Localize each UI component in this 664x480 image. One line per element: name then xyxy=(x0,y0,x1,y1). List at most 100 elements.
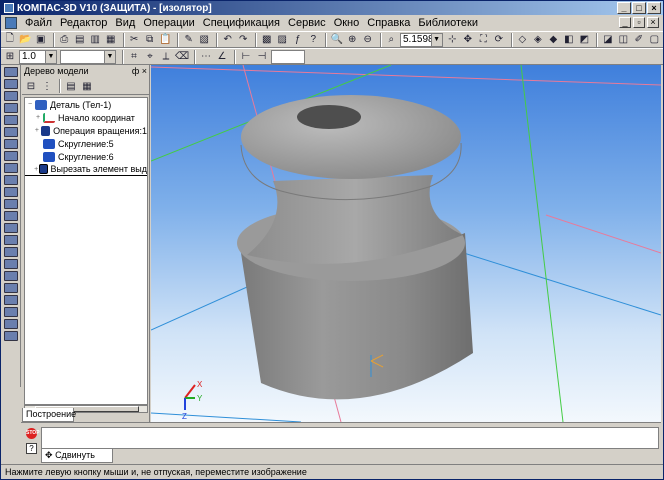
angle-icon[interactable]: ∠ xyxy=(215,50,229,64)
eraser-icon[interactable]: ⌫ xyxy=(175,50,189,64)
hidden-thin-icon[interactable]: ◆ xyxy=(547,33,561,47)
shaded-icon[interactable]: ◧ xyxy=(562,33,576,47)
toolbar-button[interactable] xyxy=(4,331,18,341)
zoom-window-icon[interactable]: 🔍 xyxy=(330,33,344,47)
doc-minimize-button[interactable]: _ xyxy=(619,17,631,28)
manager-icon[interactable]: ▩ xyxy=(260,33,274,47)
collapse-icon[interactable]: − xyxy=(25,101,35,108)
toolbar-button[interactable] xyxy=(4,91,18,101)
toolbar-button[interactable] xyxy=(4,307,18,317)
menu-help[interactable]: Справка xyxy=(363,15,414,31)
function-icon[interactable]: ƒ xyxy=(291,33,305,47)
toolbar-button[interactable] xyxy=(4,235,18,245)
toolbar-button[interactable] xyxy=(4,211,18,221)
expand-icon[interactable]: + xyxy=(33,114,43,121)
tree-item-part[interactable]: − Деталь (Тел-1) xyxy=(25,98,147,111)
tree-view-icon[interactable]: ⊟ xyxy=(24,79,38,93)
toolbar-button[interactable] xyxy=(4,259,18,269)
close-icon[interactable]: × xyxy=(142,66,147,76)
tree-item-cut[interactable]: + Вырезать элемент выд xyxy=(25,163,147,176)
minimize-button[interactable]: _ xyxy=(617,2,631,14)
menu-service[interactable]: Сервис xyxy=(284,15,330,31)
preview-icon[interactable]: ▤ xyxy=(73,33,87,47)
tree-list-icon[interactable]: ▤ xyxy=(64,79,78,93)
toolbar-button[interactable] xyxy=(4,271,18,281)
doc-close-button[interactable]: × xyxy=(647,17,659,28)
new-file-icon[interactable]: 🗋 xyxy=(3,33,17,47)
redo-icon[interactable]: ↷ xyxy=(237,33,251,47)
toolbar-button[interactable] xyxy=(4,199,18,209)
chevron-down-icon[interactable]: ▼ xyxy=(104,50,115,63)
zoom-scale-icon[interactable]: ⌕ xyxy=(385,33,399,47)
fragment-icon[interactable]: ▢ xyxy=(648,33,662,47)
perspective-icon[interactable]: ◪ xyxy=(601,33,615,47)
menu-file[interactable]: Файл xyxy=(21,15,56,31)
doc-restore-button[interactable]: ▫ xyxy=(633,17,645,28)
chevron-down-icon[interactable]: ▼ xyxy=(430,33,442,46)
layer-combo[interactable]: ▼ xyxy=(60,49,116,64)
menu-libraries[interactable]: Библиотеки xyxy=(414,15,482,31)
toolbar-button[interactable] xyxy=(4,139,18,149)
tree-item-fillet-5[interactable]: Скругление:5 xyxy=(25,137,147,150)
orientation-icon[interactable]: ⊹ xyxy=(446,33,460,47)
toolbar-button[interactable] xyxy=(4,115,18,125)
toolbar-button[interactable] xyxy=(4,103,18,113)
fit-icon[interactable]: ⛶ xyxy=(477,33,491,47)
ortho-icon[interactable]: ⟂ xyxy=(159,50,173,64)
shaded-edges-icon[interactable]: ◩ xyxy=(578,33,592,47)
edit-icon[interactable]: ✐ xyxy=(632,33,646,47)
grid-icon[interactable]: ⊞ xyxy=(3,50,17,64)
line-scale-combo[interactable]: 1.0 ▼ xyxy=(19,49,57,64)
step-icon[interactable]: ⋯ xyxy=(199,50,213,64)
cursor-coord-field[interactable] xyxy=(271,49,305,64)
tree-item-rotation[interactable]: + Операция вращения:1 xyxy=(25,124,147,137)
tree-filter-icon[interactable]: ⋮ xyxy=(40,79,54,93)
pin-icon[interactable]: ф xyxy=(132,66,139,76)
toolbar-button[interactable] xyxy=(4,67,18,77)
toolbar-button[interactable] xyxy=(4,223,18,233)
menu-window[interactable]: Окно xyxy=(330,15,364,31)
toolbar-button[interactable] xyxy=(4,175,18,185)
zoom-out-icon[interactable]: ⊖ xyxy=(361,33,375,47)
format-icon[interactable]: ✎ xyxy=(182,33,196,47)
toolbar-button[interactable] xyxy=(4,247,18,257)
toolbar-button[interactable] xyxy=(4,187,18,197)
zoom-in-icon[interactable]: ⊕ xyxy=(346,33,360,47)
tree-props-icon[interactable]: ▦ xyxy=(80,79,94,93)
snap-icon[interactable]: ⌖ xyxy=(143,50,157,64)
tab-shift[interactable]: ✥ Сдвинуть xyxy=(41,449,113,463)
tree-item-origin[interactable]: + Начало координат xyxy=(25,111,147,124)
library-icon[interactable]: ▧ xyxy=(198,33,212,47)
zoom-combo[interactable]: 5.1598 ▼ xyxy=(400,32,443,47)
properties-icon[interactable]: ▦ xyxy=(104,33,118,47)
cursor-x-icon[interactable]: ⊢ xyxy=(239,50,253,64)
toolbar-button[interactable] xyxy=(4,319,18,329)
close-button[interactable]: × xyxy=(647,2,661,14)
cut-tool-icon[interactable]: ✂ xyxy=(128,33,142,47)
pan-icon[interactable]: ✥ xyxy=(461,33,475,47)
3d-viewport[interactable]: X Y Z xyxy=(151,65,661,422)
cursor-y-icon[interactable]: ⊣ xyxy=(255,50,269,64)
section-icon[interactable]: ◫ xyxy=(617,33,631,47)
maximize-button[interactable]: □ xyxy=(632,2,646,14)
menu-specification[interactable]: Спецификация xyxy=(199,15,284,31)
copy-icon[interactable]: ⧉ xyxy=(143,33,157,47)
document-icon[interactable] xyxy=(5,17,17,29)
tree-item-fillet-6[interactable]: Скругление:6 xyxy=(25,150,147,163)
variables-icon[interactable]: ▨ xyxy=(276,33,290,47)
rotate-icon[interactable]: ⟳ xyxy=(492,33,506,47)
paste-icon[interactable]: 📋 xyxy=(159,33,173,47)
menu-operations[interactable]: Операции xyxy=(139,15,198,31)
wireframe-icon[interactable]: ◇ xyxy=(516,33,530,47)
stop-icon[interactable]: STOP xyxy=(26,428,40,439)
tab-construction[interactable]: Построение xyxy=(22,408,76,422)
menu-edit[interactable]: Редактор xyxy=(56,15,111,31)
hidden-lines-icon[interactable]: ◈ xyxy=(531,33,545,47)
expand-icon[interactable]: + xyxy=(33,127,41,134)
save-icon[interactable]: ▣ xyxy=(34,33,48,47)
toolbar-button[interactable] xyxy=(4,151,18,161)
menu-view[interactable]: Вид xyxy=(111,15,139,31)
toolbar-button[interactable] xyxy=(4,295,18,305)
help-icon[interactable]: ? xyxy=(26,443,37,454)
toolbar-button[interactable] xyxy=(4,283,18,293)
